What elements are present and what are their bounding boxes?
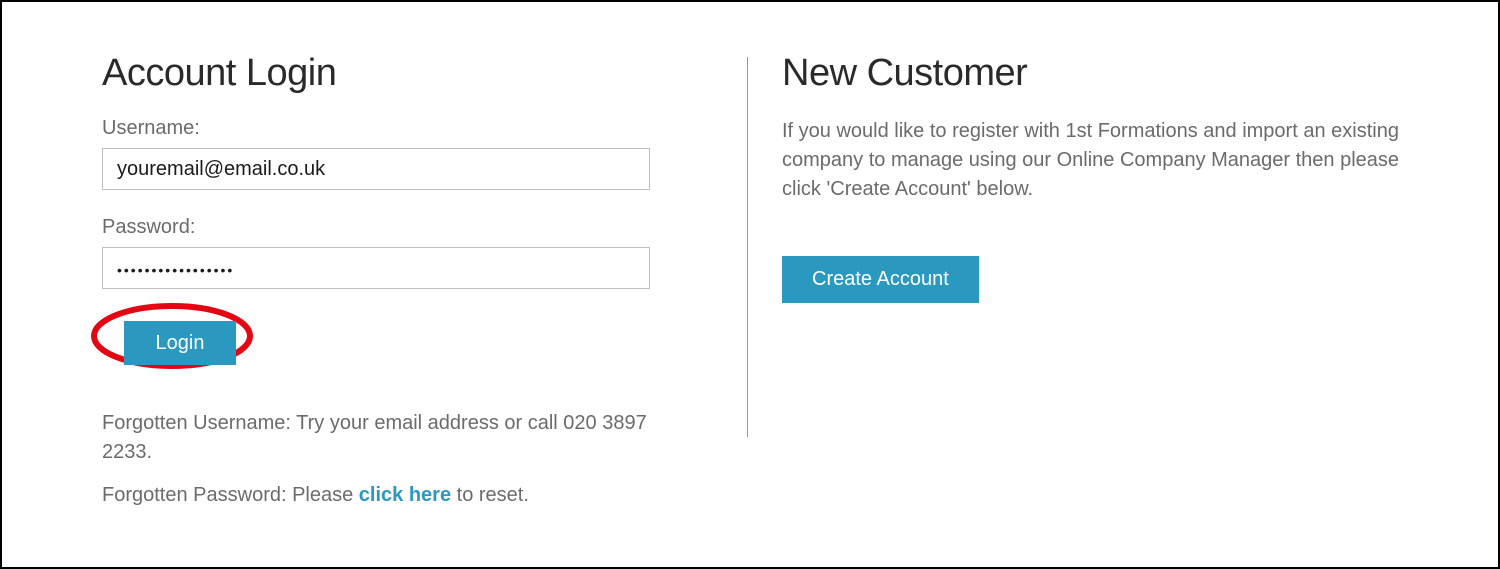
forgotten-password-prefix: Forgotten Password: Please (102, 484, 359, 506)
password-input[interactable] (102, 247, 650, 289)
login-heading: Account Login (102, 52, 662, 95)
new-customer-heading: New Customer (782, 52, 1408, 95)
username-label: Username: (102, 117, 662, 140)
login-button[interactable]: Login (124, 321, 236, 365)
password-label: Password: (102, 216, 662, 239)
forgotten-password-suffix: to reset. (451, 484, 529, 506)
new-customer-section: New Customer If you would like to regist… (702, 52, 1408, 527)
forgotten-password-text: Forgotten Password: Please click here to… (102, 481, 662, 510)
forgotten-username-text: Forgotten Username: Try your email addre… (102, 409, 662, 467)
new-customer-description: If you would like to register with 1st F… (782, 117, 1408, 204)
login-button-row: Login (102, 311, 662, 391)
login-page-frame: Account Login Username: Password: Login … (0, 0, 1500, 569)
forgot-password-link[interactable]: click here (359, 484, 451, 506)
vertical-divider (747, 57, 748, 437)
create-account-button[interactable]: Create Account (782, 256, 979, 303)
login-section: Account Login Username: Password: Login … (102, 52, 702, 527)
username-input[interactable] (102, 148, 650, 190)
